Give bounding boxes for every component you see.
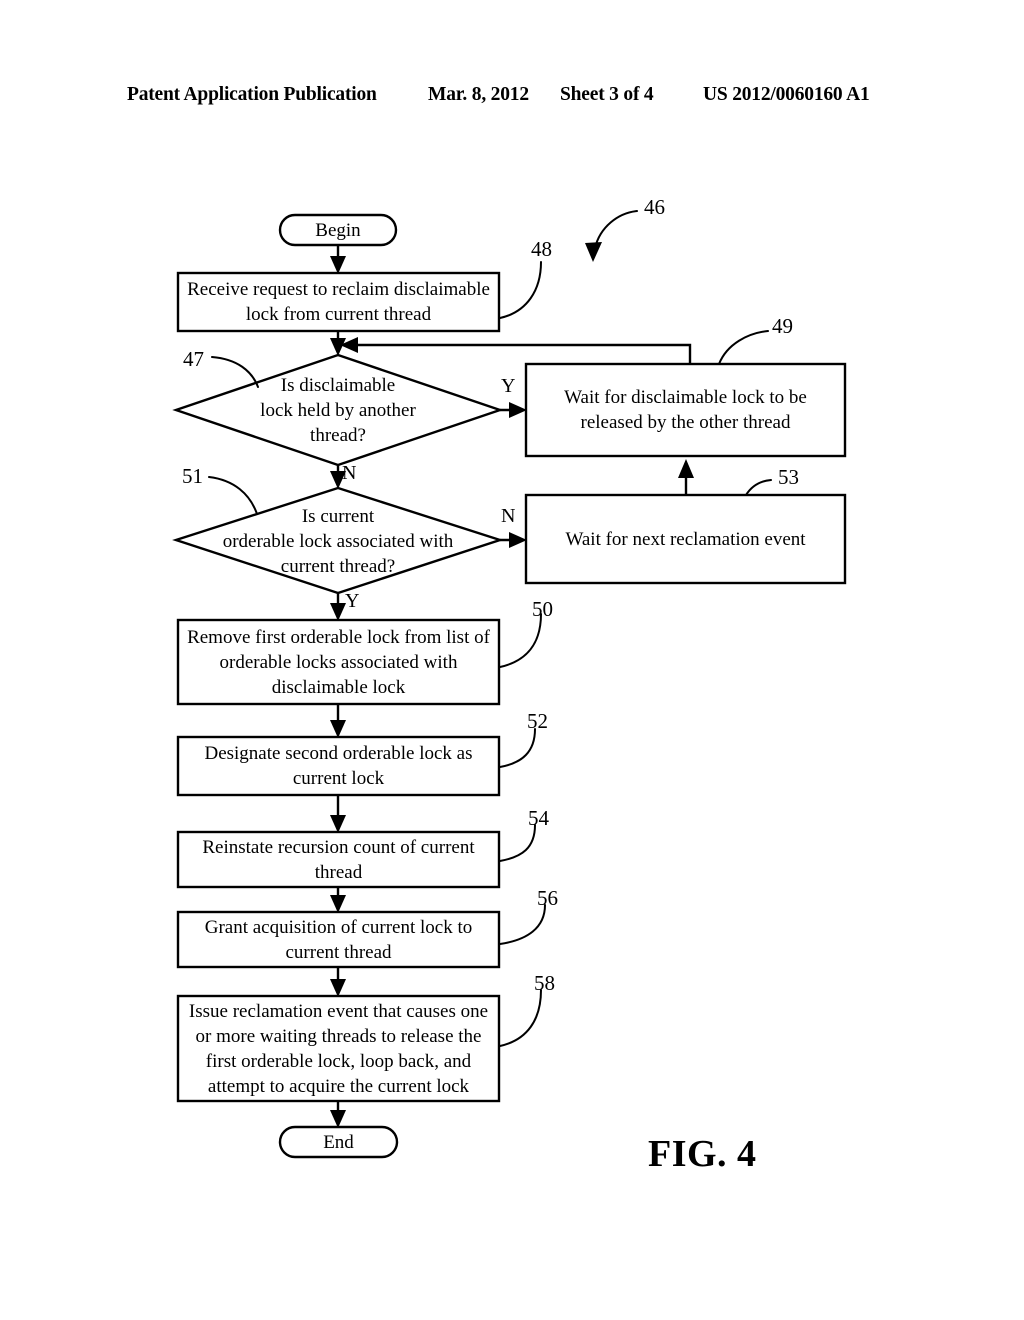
leader-ref-49 xyxy=(718,330,769,365)
process-53-shape xyxy=(524,493,847,585)
process-48-shape xyxy=(176,271,501,333)
arrowhead-48-to-47 xyxy=(330,338,346,356)
branch-label-47-no: N xyxy=(342,462,357,484)
arrowhead-56-to-58 xyxy=(330,979,346,997)
begin-terminal-shape xyxy=(278,213,398,247)
patent-figure: Begin Receive request to reclaim disclai… xyxy=(0,0,1024,1320)
figure-label: FIG. 4 xyxy=(648,1133,757,1175)
branch-label-47-yes: Y xyxy=(501,375,516,397)
arrowhead-ref-46 xyxy=(585,242,602,262)
ref-number-54: 54 xyxy=(528,806,549,830)
arrowhead-54-to-56 xyxy=(330,895,346,913)
arrowhead-51-no-to-53 xyxy=(509,532,527,548)
process-54-shape xyxy=(176,830,501,889)
leader-ref-51 xyxy=(208,476,258,515)
branch-label-51-no: N xyxy=(501,505,516,527)
leader-ref-53 xyxy=(745,479,772,496)
decision-47-shape xyxy=(172,353,504,467)
flowchart-svg xyxy=(172,210,847,1159)
leader-ref-58 xyxy=(499,989,542,1047)
ref-number-58: 58 xyxy=(534,971,555,995)
process-58-shape xyxy=(176,994,501,1103)
arrowhead-51-yes-to-50 xyxy=(330,603,346,621)
leader-ref-48 xyxy=(499,261,542,319)
arrowhead-58-to-end xyxy=(330,1110,346,1128)
ref-number-47: 47 xyxy=(183,347,204,371)
ref-number-52: 52 xyxy=(527,709,548,733)
end-terminal-shape xyxy=(278,1125,399,1159)
leader-ref-47 xyxy=(211,356,259,388)
decision-51-shape xyxy=(172,486,504,595)
arrowhead-52-to-54 xyxy=(330,815,346,833)
arrowhead-50-to-52 xyxy=(330,720,346,738)
ref-number-49: 49 xyxy=(772,314,793,338)
connector-49-loopback-to-47 xyxy=(352,343,692,364)
process-50-shape xyxy=(176,618,501,706)
ref-number-50: 50 xyxy=(532,597,553,621)
arrowhead-begin-to-48 xyxy=(330,256,346,274)
ref-number-53: 53 xyxy=(778,465,799,489)
process-49-shape xyxy=(524,362,847,458)
ref-number-48: 48 xyxy=(531,237,552,261)
ref-number-51: 51 xyxy=(182,464,203,488)
arrowhead-53-to-49 xyxy=(678,459,694,478)
process-56-shape xyxy=(176,910,501,969)
leader-ref-52 xyxy=(499,728,536,768)
ref-number-56: 56 xyxy=(537,886,558,910)
process-52-shape xyxy=(176,735,501,797)
ref-number-46: 46 xyxy=(644,195,665,219)
branch-label-51-yes: Y xyxy=(345,590,360,612)
arrowhead-47-yes-to-49 xyxy=(509,402,527,418)
